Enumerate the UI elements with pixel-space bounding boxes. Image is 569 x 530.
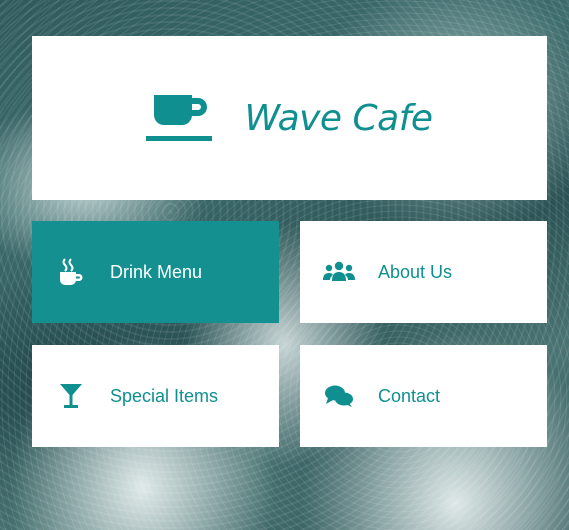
coffee-cup-logo-icon: [146, 95, 213, 141]
users-icon: [322, 258, 356, 286]
nav-contact[interactable]: Contact: [300, 345, 547, 447]
site-title: Wave Cafe: [244, 97, 433, 139]
nav-drink-menu[interactable]: Drink Menu: [32, 221, 279, 323]
nav-label: About Us: [378, 261, 453, 282]
site-header: Wave Cafe: [32, 36, 547, 200]
coffee-mug-icon: [54, 258, 88, 286]
cocktail-icon: [54, 382, 88, 410]
comments-icon: [322, 382, 356, 410]
nav-label: Drink Menu: [110, 261, 203, 282]
nav-label: Special Items: [110, 385, 219, 406]
nav-about-us[interactable]: About Us: [300, 221, 547, 323]
nav-label: Contact: [378, 385, 441, 406]
nav-special-items[interactable]: Special Items: [32, 345, 279, 447]
